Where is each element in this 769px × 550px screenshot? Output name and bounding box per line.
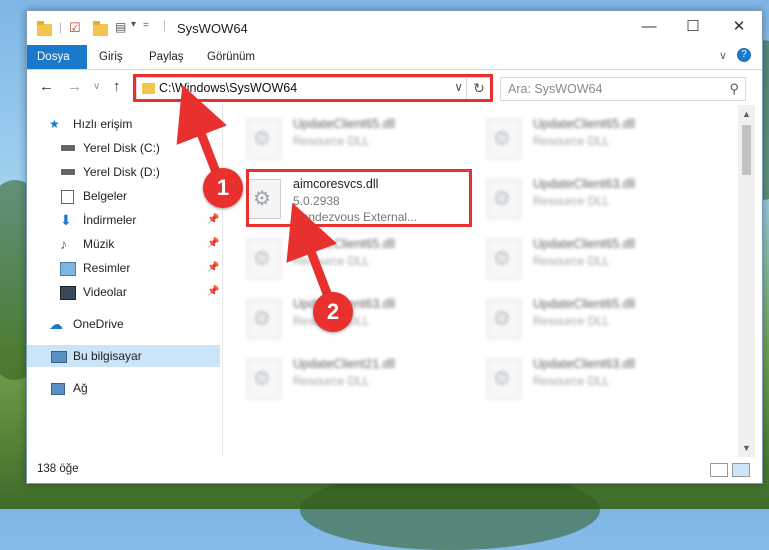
scroll-thumb[interactable]: [742, 125, 751, 175]
list-item[interactable]: UpdateClient65.dll Resource DLL: [243, 113, 463, 165]
network-icon: [51, 383, 65, 395]
step-marker-2: 2: [313, 292, 353, 332]
tab-share[interactable]: Paylaş: [139, 45, 194, 69]
cloud-icon: ☁: [49, 316, 63, 332]
pin-icon[interactable]: 📌: [207, 257, 219, 279]
help-icon[interactable]: ?: [737, 48, 751, 62]
file-highlight: [246, 169, 472, 227]
tab-file[interactable]: Dosya: [27, 45, 87, 69]
dll-file-icon: [487, 299, 521, 339]
list-item[interactable]: UpdateClient65.dll Resource DLL: [483, 293, 703, 345]
minimize-button[interactable]: —: [626, 11, 672, 41]
search-box[interactable]: Ara: SysWOW64 ⚲: [500, 77, 746, 101]
explorer-window: | ☑ ▤ ▾ = | SysWOW64 — ☐ ✕ Dosya Giriş P…: [26, 10, 763, 484]
sidebar-item-pictures[interactable]: Resimler 📌: [27, 257, 220, 279]
status-bar: 138 öğe: [27, 457, 762, 483]
drive-icon: [61, 169, 75, 175]
details-view-icon[interactable]: [710, 463, 728, 477]
tab-view[interactable]: Görünüm: [197, 45, 265, 69]
maximize-button[interactable]: ☐: [670, 11, 716, 41]
dll-file-icon: [487, 179, 521, 219]
star-icon: ★: [49, 117, 60, 131]
drive-icon: [61, 145, 75, 151]
list-item[interactable]: UpdateClient65.dll Resource DLL: [483, 233, 703, 285]
sidebar-item-this-pc[interactable]: Bu bilgisayar: [27, 345, 220, 367]
sidebar-item-drive-c[interactable]: Yerel Disk (C:): [27, 137, 220, 159]
close-button[interactable]: ✕: [716, 11, 762, 41]
back-arrow-icon[interactable]: ←: [39, 78, 54, 95]
list-item[interactable]: UpdateClient65.dll Resource DLL: [243, 233, 463, 285]
dll-file-icon: [487, 239, 521, 279]
customize-icon[interactable]: ▤: [115, 20, 126, 34]
dll-file-icon: [247, 299, 281, 339]
sidebar-item-documents[interactable]: Belgeler: [27, 185, 220, 207]
folder-icon: [37, 21, 52, 36]
pin-icon[interactable]: 📌: [207, 209, 219, 231]
sidebar-item-downloads[interactable]: ⬇ İndirmeler 📌: [27, 209, 220, 231]
address-highlight: [133, 74, 493, 102]
up-arrow-icon[interactable]: ↑: [113, 78, 121, 95]
pin-icon[interactable]: 📌: [207, 281, 219, 303]
quick-access-toolbar-dropdown-icon[interactable]: =: [143, 20, 149, 31]
sidebar-item-quick-access[interactable]: ★ Hızlı erişim: [27, 113, 220, 135]
dll-file-icon: [247, 239, 281, 279]
recent-locations-chevron-icon[interactable]: ∨: [93, 81, 100, 92]
list-item[interactable]: UpdateClient63.dll Resource DLL: [483, 173, 703, 225]
search-icon: ⚲: [729, 81, 739, 96]
pin-icon[interactable]: 📌: [207, 233, 219, 255]
videos-icon: [60, 286, 76, 300]
sidebar-item-drive-d[interactable]: Yerel Disk (D:): [27, 161, 220, 183]
new-folder-icon[interactable]: [93, 21, 108, 36]
list-item[interactable]: UpdateClient63.dll Resource DLL: [243, 293, 463, 345]
file-list: UpdateClient65.dll Resource DLL UpdateCl…: [223, 105, 738, 457]
scroll-down-icon[interactable]: ▼: [742, 443, 751, 453]
sidebar-item-videos[interactable]: Videolar 📌: [27, 281, 220, 303]
downloads-icon: ⬇: [60, 212, 72, 228]
chevron-down-icon[interactable]: ▾: [131, 19, 136, 30]
list-item[interactable]: UpdateClient65.dll Resource DLL: [483, 113, 703, 165]
dll-file-icon: [487, 359, 521, 399]
item-count: 138 öğe: [37, 463, 79, 475]
ribbon-tabs: Dosya Giriş Paylaş Görünüm ∨ ?: [27, 45, 762, 70]
scroll-up-icon[interactable]: ▲: [742, 109, 751, 119]
large-icons-view-icon[interactable]: [732, 463, 750, 477]
tab-home[interactable]: Giriş: [89, 45, 133, 69]
documents-icon: [61, 190, 74, 204]
computer-icon: [51, 351, 67, 363]
sidebar-item-network[interactable]: Ağ: [27, 377, 220, 399]
window-title: SysWOW64: [177, 21, 248, 36]
vertical-scrollbar[interactable]: ▲ ▼: [738, 105, 755, 457]
navigation-pane: ★ Hızlı erişim Yerel Disk (C:) Yerel Dis…: [27, 105, 222, 457]
list-item[interactable]: UpdateClient21.dll Resource DLL: [243, 353, 463, 405]
forward-arrow-icon[interactable]: →: [67, 78, 82, 95]
search-placeholder: Ara: SysWOW64: [508, 82, 603, 96]
properties-icon[interactable]: ☑: [69, 20, 81, 36]
dll-file-icon: [247, 359, 281, 399]
dll-file-icon: [487, 119, 521, 159]
list-item[interactable]: UpdateClient63.dll Resource DLL: [483, 353, 703, 405]
step-marker-1: 1: [203, 168, 243, 208]
pictures-icon: [60, 262, 76, 276]
sidebar-item-music[interactable]: ♪ Müzik 📌: [27, 233, 220, 255]
music-icon: ♪: [60, 236, 67, 252]
title-bar: | ☑ ▤ ▾ = | SysWOW64 — ☐ ✕: [27, 11, 762, 45]
sidebar-item-onedrive[interactable]: ☁ OneDrive: [27, 313, 220, 335]
expand-ribbon-icon[interactable]: ∨: [719, 49, 727, 62]
dll-file-icon: [247, 119, 281, 159]
